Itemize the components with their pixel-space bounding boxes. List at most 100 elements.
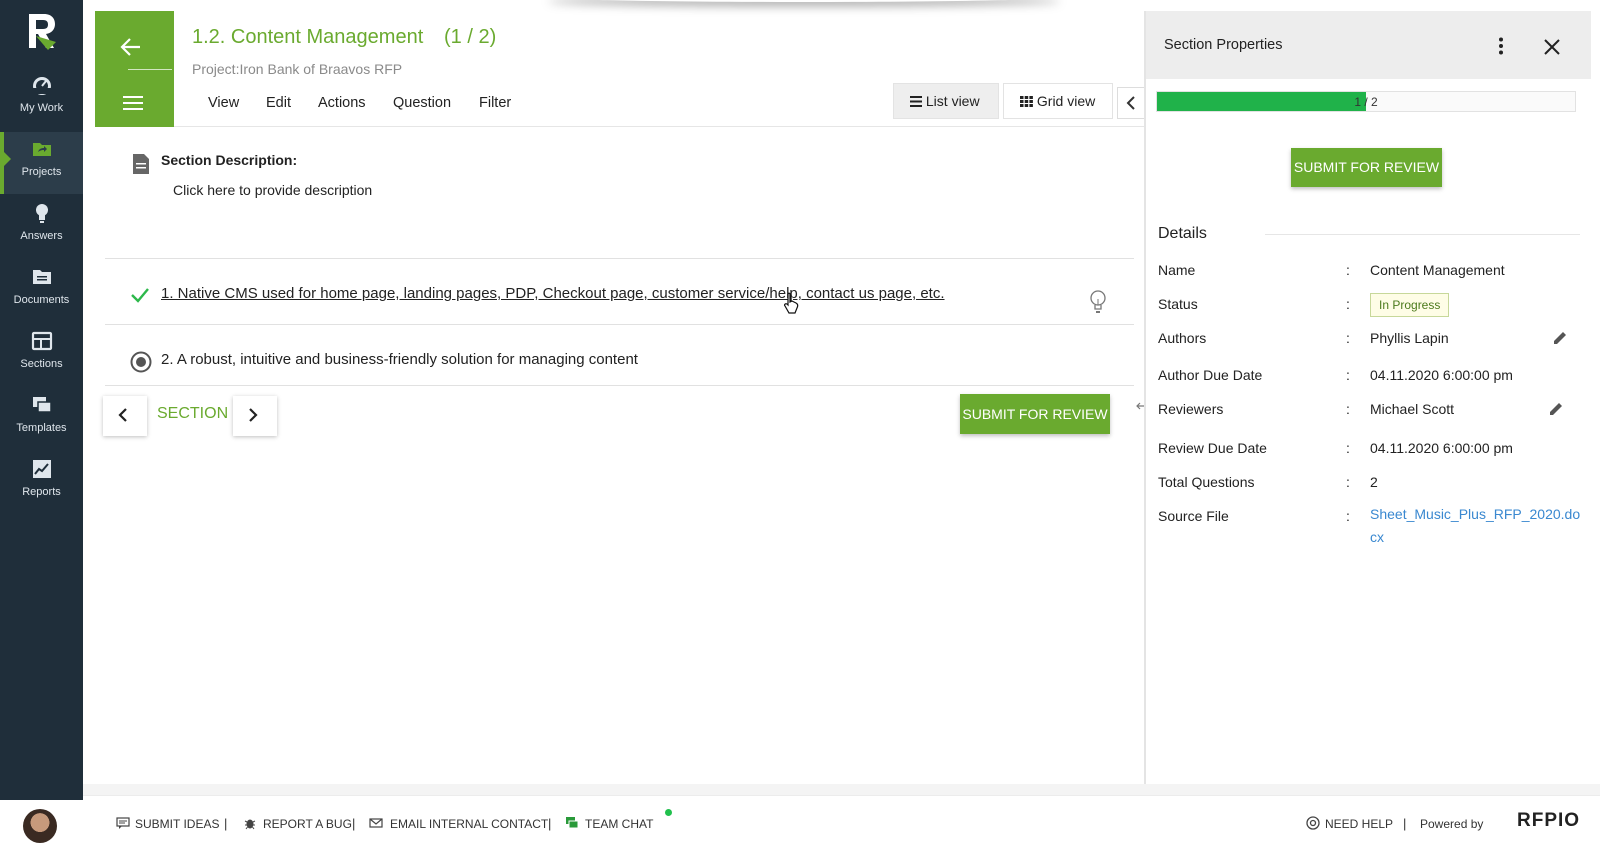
details-heading: Details	[1158, 225, 1207, 242]
sidebar-item-templates[interactable]: Templates	[0, 388, 83, 450]
review-due-date-value: 04.11.2020 6:00:00 pm	[1370, 440, 1513, 456]
divider	[105, 385, 1134, 386]
colon: :	[1346, 262, 1350, 278]
rfpio-logo[interactable]	[26, 12, 58, 52]
chat-icon	[566, 817, 579, 829]
sidebar-item-label: Sections	[20, 358, 63, 370]
edit-reviewers-icon[interactable]	[1548, 401, 1564, 417]
back-arrow-icon[interactable]	[120, 37, 142, 57]
sidebar-item-projects[interactable]: Projects	[0, 132, 83, 194]
section-description-input[interactable]: Click here to provide description	[173, 182, 372, 198]
chevron-left-icon	[1126, 96, 1135, 110]
report-bug-link[interactable]: REPORT A BUG	[263, 817, 352, 831]
divider	[128, 69, 172, 70]
sidebar-item-reports[interactable]: Reports	[0, 452, 83, 514]
team-chat-link[interactable]: TEAM CHAT	[585, 817, 653, 831]
hamburger-menu-icon[interactable]	[123, 95, 143, 111]
grid-icon	[1020, 96, 1033, 107]
divider	[105, 258, 1134, 259]
sidebar-item-label: Answers	[20, 230, 63, 242]
sidebar-item-label: Templates	[16, 422, 67, 434]
footer-strip	[83, 784, 1600, 795]
sidebar-item-my-work[interactable]: My Work	[0, 68, 83, 130]
need-help-link[interactable]: NEED HELP	[1325, 817, 1393, 831]
next-section-button[interactable]	[233, 396, 277, 436]
progress-bar: 1 / 2	[1156, 91, 1576, 112]
panel-title: Section Properties	[1164, 37, 1283, 53]
page-title: 1.2. Content Management	[192, 26, 424, 48]
header-green-block	[95, 11, 174, 127]
email-internal-contact-link[interactable]: EMAIL INTERNAL CONTACT	[390, 817, 548, 831]
top-shadow	[548, 0, 1060, 2]
colon: :	[1346, 367, 1350, 383]
sidebar-item-documents[interactable]: Documents	[0, 260, 83, 322]
sidebar-item-sections[interactable]: Sections	[0, 324, 83, 386]
total-questions-label: Total Questions	[1158, 474, 1255, 490]
list-icon	[910, 96, 922, 107]
reviewers-label: Reviewers	[1158, 401, 1224, 417]
progress-text: 1 / 2	[1354, 95, 1378, 109]
submit-ideas-link[interactable]: SUBMIT IDEAS	[135, 817, 219, 831]
colon: :	[1346, 296, 1350, 312]
more-options-icon[interactable]	[1498, 37, 1504, 55]
colon: :	[1346, 508, 1350, 524]
panel-header: Section Properties	[1146, 11, 1591, 79]
authors-label: Authors	[1158, 330, 1207, 346]
author-due-date-label: Author Due Date	[1158, 367, 1263, 383]
documents-icon	[32, 270, 51, 284]
panel-submit-for-review-button[interactable]: SUBMIT FOR REVIEW	[1291, 148, 1442, 187]
document-icon	[133, 154, 149, 174]
reviewers-value: Michael Scott	[1370, 401, 1455, 417]
sidebar-item-answers[interactable]: Answers	[0, 196, 83, 258]
sidebar-item-label: Reports	[22, 486, 61, 498]
gauge-icon	[32, 77, 51, 95]
edit-authors-icon[interactable]	[1552, 330, 1568, 346]
source-file-link[interactable]: Sheet_Music_Plus_RFP_2020.docx	[1370, 503, 1585, 549]
question-link-1[interactable]: 1. Native CMS used for home page, landin…	[161, 285, 945, 302]
check-icon	[131, 288, 149, 303]
colon: :	[1346, 330, 1350, 346]
submit-for-review-button[interactable]: SUBMIT FOR REVIEW	[960, 394, 1110, 434]
hand-cursor-icon	[784, 292, 799, 314]
footer: SUBMIT IDEAS | REPORT A BUG | EMAIL INTE…	[83, 795, 1600, 849]
menu-view[interactable]: View	[208, 95, 239, 111]
menu-edit[interactable]: Edit	[266, 95, 291, 111]
separator: |	[352, 816, 356, 831]
prev-section-button[interactable]	[103, 396, 147, 436]
avatar[interactable]	[23, 809, 57, 843]
menu-question[interactable]: Question	[393, 95, 451, 111]
sections-icon	[31, 331, 52, 351]
rfpio-brand-logo: RFPIO	[1517, 810, 1581, 831]
radio-selected-icon[interactable]	[130, 351, 152, 373]
question-2[interactable]: 2. A robust, intuitive and business-frie…	[161, 351, 638, 368]
separator: |	[548, 816, 552, 831]
lightbulb-icon	[35, 204, 48, 223]
folder-share-icon	[32, 143, 51, 156]
project-name: Project:Iron Bank of Braavos RFP	[192, 61, 403, 77]
left-nav: My Work Projects Answers Documents Secti…	[0, 0, 83, 800]
grid-view-label: Grid view	[1036, 93, 1096, 109]
templates-icon	[32, 397, 52, 413]
source-file-label: Source File	[1158, 508, 1229, 524]
sidebar-item-label: Documents	[13, 294, 70, 306]
section-description-label: Section Description:	[161, 152, 298, 168]
collapse-panel-button[interactable]	[1117, 87, 1145, 119]
lightbulb-outline-icon[interactable]	[1089, 289, 1107, 315]
help-lifebuoy-icon	[1306, 816, 1320, 830]
separator: |	[224, 816, 228, 831]
menu-actions[interactable]: Actions	[318, 95, 366, 111]
menu-filter[interactable]: Filter	[479, 95, 511, 111]
powered-by-text: Powered by	[1420, 817, 1484, 831]
section-properties-panel: Section Properties 1 / 2 SUBMIT FOR REVI…	[1144, 11, 1591, 784]
chevron-left-icon	[118, 408, 127, 422]
list-view-button[interactable]: List view	[893, 83, 999, 119]
status-label: Status	[1158, 296, 1198, 312]
name-label: Name	[1158, 262, 1196, 278]
close-icon[interactable]	[1544, 39, 1560, 55]
grid-view-button[interactable]: Grid view	[1003, 83, 1113, 119]
bug-icon	[244, 819, 256, 830]
colon: :	[1346, 401, 1350, 417]
divider	[105, 324, 1134, 325]
author-due-date-value: 04.11.2020 6:00:00 pm	[1370, 367, 1513, 383]
list-view-label: List view	[925, 93, 980, 109]
